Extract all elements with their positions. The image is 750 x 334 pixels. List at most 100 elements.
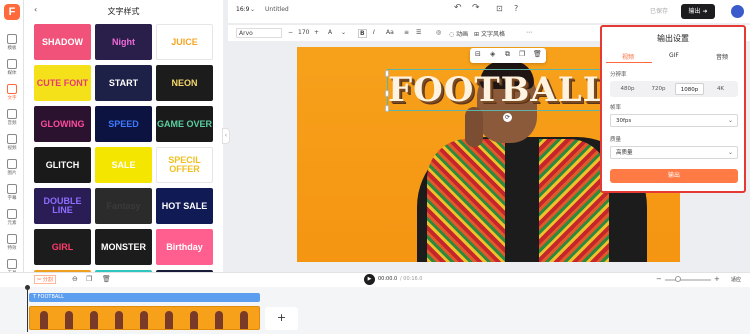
- increase-size-icon[interactable]: +: [314, 29, 319, 36]
- video-track-clip[interactable]: [29, 306, 260, 330]
- case-icon[interactable]: Aa: [386, 29, 394, 36]
- screenshot-icon[interactable]: ⊡: [496, 4, 503, 13]
- animation-label: 动画: [456, 31, 469, 38]
- rail-item-effects[interactable]: 特效: [0, 234, 24, 251]
- resize-handle-top[interactable]: [385, 70, 389, 77]
- text-style-tile[interactable]: START: [95, 65, 152, 101]
- bold-icon[interactable]: B: [358, 29, 367, 38]
- layers-icon[interactable]: ◈: [490, 50, 495, 58]
- play-icon[interactable]: ▶: [364, 274, 375, 285]
- rail-item-label: 音频: [7, 121, 17, 126]
- text-color-icon[interactable]: A: [328, 29, 332, 36]
- tab-audio[interactable]: 音频: [716, 52, 728, 61]
- more-icon[interactable]: ⋯: [526, 29, 532, 36]
- text-style-tile[interactable]: DOUBLE LINE: [34, 188, 91, 224]
- text-style-tile[interactable]: NEON: [156, 65, 213, 101]
- dropdown-icon[interactable]: ⌄: [341, 29, 346, 36]
- text-style-tile[interactable]: MONSTER: [95, 229, 152, 265]
- delete-icon[interactable]: 🗑: [102, 275, 111, 283]
- export-settings-panel: 输出设置 视频 GIF 音频 分辨率 480p 720p 1080p 4K 帧率…: [600, 25, 746, 193]
- delete-icon[interactable]: 🗑: [533, 50, 542, 58]
- text-style-tile[interactable]: SHADOW: [34, 24, 91, 60]
- text-style-tile[interactable]: SALE: [95, 147, 152, 183]
- split-button[interactable]: ✂ 分割: [34, 275, 56, 284]
- font-size-input[interactable]: 170: [298, 29, 309, 36]
- headline-text[interactable]: FOOTBALL: [388, 70, 606, 112]
- text-style-tile[interactable]: GIRL: [34, 229, 91, 265]
- resolution-1080p[interactable]: 1080p: [675, 83, 704, 95]
- text-style-tile[interactable]: HOT SALE: [156, 188, 213, 224]
- export-button[interactable]: 输出 ➜: [681, 4, 715, 19]
- decrease-size-icon[interactable]: −: [288, 29, 293, 36]
- undo-icon[interactable]: ↶: [454, 3, 462, 13]
- text-style-tile[interactable]: GAME OVER: [156, 106, 213, 142]
- rail-item-folder[interactable]: 媒体: [0, 59, 24, 76]
- export-button-label: 输出: [688, 8, 701, 15]
- text-style-tile[interactable]: GLOWING: [34, 106, 91, 142]
- copy-icon[interactable]: ❐: [86, 275, 92, 283]
- framerate-select[interactable]: 30fps ⌄: [610, 114, 738, 127]
- add-clip-button[interactable]: +: [265, 307, 298, 330]
- rail-item-subtitle[interactable]: 字幕: [0, 184, 24, 201]
- text-style-tile[interactable]: CUTE FONT: [34, 65, 91, 101]
- effects-icon[interactable]: ◎: [436, 29, 441, 36]
- aspect-ratio-select[interactable]: 16:9: [236, 6, 249, 13]
- split-label: 分割: [42, 277, 53, 283]
- fit-button[interactable]: 适应: [731, 276, 741, 283]
- zoom-in-icon[interactable]: +: [714, 275, 720, 283]
- undo-split-icon[interactable]: ⊖: [72, 275, 78, 283]
- rail-item-layout[interactable]: 模板: [0, 34, 24, 51]
- video-thumbnail: [40, 311, 48, 329]
- person-hand: [465, 107, 483, 147]
- text-style-button[interactable]: ⊞ 文字风格: [474, 29, 505, 38]
- text-style-tile[interactable]: SPECIL OFFER: [156, 147, 213, 183]
- resolution-4k[interactable]: 4K: [706, 83, 735, 95]
- text-style-tile[interactable]: Birthday: [156, 229, 213, 265]
- help-icon[interactable]: ?: [514, 4, 518, 13]
- resolution-480p[interactable]: 480p: [613, 83, 642, 95]
- align-icon[interactable]: ≡: [404, 29, 409, 36]
- rotate-icon[interactable]: ⟳: [503, 113, 512, 122]
- rail-item-video[interactable]: 视频: [0, 134, 24, 151]
- text-track-clip[interactable]: T FOOTBALL: [29, 293, 260, 302]
- doc-title[interactable]: Untitled: [265, 6, 289, 13]
- redo-icon[interactable]: ↷: [472, 3, 480, 13]
- collapse-panel-button[interactable]: ‹: [222, 128, 230, 144]
- chevron-down-icon[interactable]: ⌄: [250, 6, 255, 13]
- playback-controls: ✂ 分割 ⊖ ❐ 🗑 − + 适应: [0, 272, 750, 287]
- rail-item-text[interactable]: 文字: [0, 84, 24, 101]
- resolution-720p[interactable]: 720p: [644, 83, 673, 95]
- playhead[interactable]: [27, 287, 28, 332]
- layout-icon: [7, 34, 17, 44]
- resize-handle-left[interactable]: [385, 90, 389, 97]
- video-thumbnail: [115, 311, 123, 329]
- zoom-slider-handle[interactable]: [675, 276, 681, 282]
- zoom-out-icon[interactable]: −: [656, 275, 662, 283]
- italic-icon[interactable]: I: [373, 29, 375, 36]
- duplicate-icon[interactable]: ❐: [519, 50, 525, 58]
- rail-item-elements[interactable]: 元素: [0, 209, 24, 226]
- stack-icon[interactable]: ⧉: [505, 50, 510, 59]
- zoom-slider-track[interactable]: [665, 279, 711, 281]
- tab-gif[interactable]: GIF: [669, 52, 679, 59]
- align-icon[interactable]: ⊟: [475, 50, 481, 58]
- tab-video[interactable]: 视频: [622, 52, 634, 61]
- animation-button[interactable]: ◌ 动画: [449, 29, 468, 38]
- export-confirm-button[interactable]: 输出: [610, 169, 738, 183]
- text-style-tile[interactable]: SPEED: [95, 106, 152, 142]
- font-select[interactable]: Arvo: [236, 28, 282, 38]
- text-style-tile[interactable]: JUICE: [156, 24, 213, 60]
- resize-handle-bottom[interactable]: [385, 105, 389, 112]
- quality-select[interactable]: 高质量 ⌄: [610, 146, 738, 159]
- list-icon[interactable]: ☰: [416, 29, 421, 36]
- text-style-tile[interactable]: GLITCH: [34, 147, 91, 183]
- text-style-tile[interactable]: Night: [95, 24, 152, 60]
- playhead-handle[interactable]: [25, 285, 30, 290]
- text-style-tile[interactable]: Fantasy: [95, 188, 152, 224]
- rail-item-image[interactable]: 图片: [0, 159, 24, 176]
- rail-item-music[interactable]: 音频: [0, 109, 24, 126]
- text-layer[interactable]: FOOTBALL: [387, 69, 606, 112]
- export-panel-title: 输出设置: [657, 34, 689, 43]
- avatar[interactable]: [731, 5, 744, 18]
- current-time: 00:00.0: [378, 276, 398, 282]
